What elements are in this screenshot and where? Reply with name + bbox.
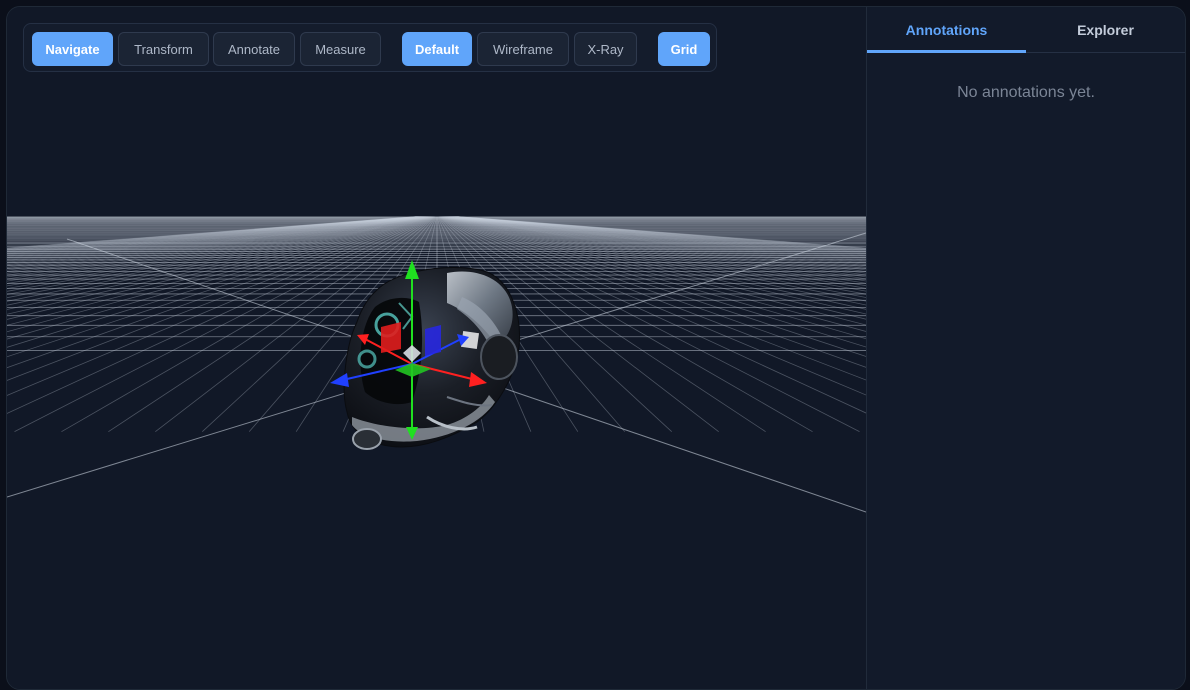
render-xray-button[interactable]: X-Ray [574, 32, 637, 66]
view-toolbar: Navigate Transform Annotate Measure Defa… [23, 23, 717, 72]
mode-navigate-button[interactable]: Navigate [32, 32, 113, 66]
3d-viewport[interactable]: Navigate Transform Annotate Measure Defa… [7, 7, 866, 689]
gizmo-y-arrow [405, 260, 419, 279]
side-panel: Annotations Explorer No annotations yet. [866, 7, 1185, 689]
render-default-button[interactable]: Default [402, 32, 472, 66]
render-wireframe-button[interactable]: Wireframe [477, 32, 569, 66]
gizmo-yz-plane [381, 322, 401, 353]
helmet-model[interactable] [343, 267, 521, 450]
mode-transform-button[interactable]: Transform [118, 32, 209, 66]
annotations-empty-message: No annotations yet. [957, 84, 1095, 101]
panel-tabs: Annotations Explorer [867, 7, 1185, 53]
mode-annotate-button[interactable]: Annotate [213, 32, 295, 66]
viewer-app: Navigate Transform Annotate Measure Defa… [6, 6, 1186, 690]
gizmo-xy-plane [425, 325, 441, 356]
grid-toggle-button[interactable]: Grid [658, 32, 710, 66]
tab-annotations[interactable]: Annotations [867, 7, 1026, 53]
tab-explorer[interactable]: Explorer [1026, 7, 1185, 52]
scene-canvas[interactable] [7, 7, 866, 689]
mode-measure-button[interactable]: Measure [300, 32, 381, 66]
